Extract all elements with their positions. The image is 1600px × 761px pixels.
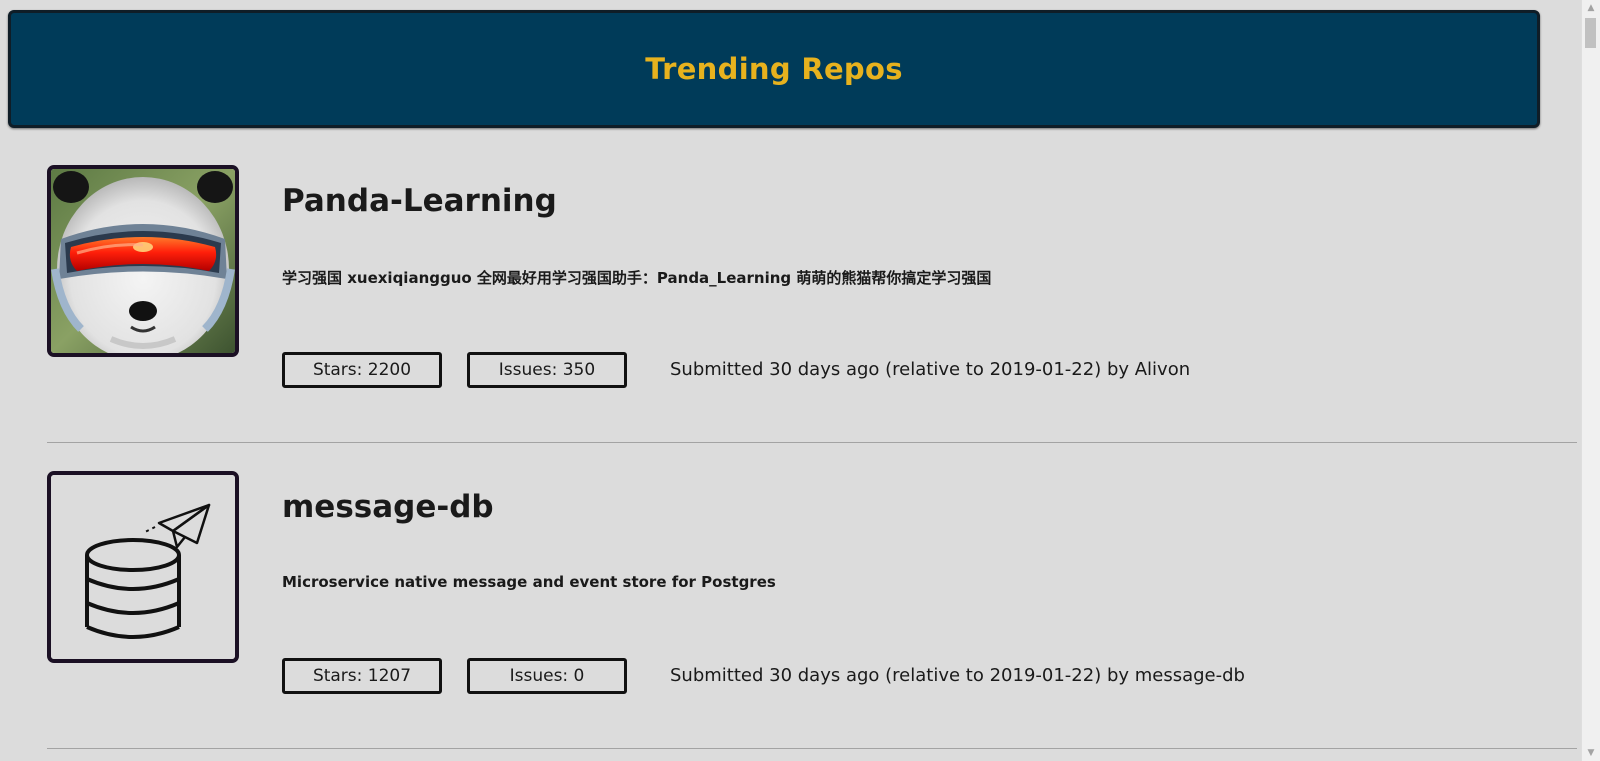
repo-description: Microservice native message and event st… [282,573,776,591]
page-header: Trending Repos [8,10,1540,128]
panda-goggles-avatar-icon [51,169,235,353]
trending-repos-page: Trending Repos Panda-Learning 学习强国 xuexi… [0,0,1582,761]
repo-card: Panda-Learning 学习强国 xuexiqiangguo 全网最好用学… [47,165,1577,425]
issues-badge[interactable]: Issues: 0 [467,658,627,694]
vertical-scrollbar[interactable]: ▲ ▼ [1581,0,1600,761]
stars-badge[interactable]: Stars: 2200 [282,352,442,388]
repo-avatar[interactable] [47,471,239,663]
repo-avatar[interactable] [47,165,239,357]
database-paper-plane-icon [51,475,235,659]
scroll-down-arrow-icon[interactable]: ▼ [1582,745,1600,761]
repo-card: message-db Microservice native message a… [47,471,1577,731]
stars-badge[interactable]: Stars: 1207 [282,658,442,694]
page-title: Trending Repos [645,52,903,86]
issues-badge[interactable]: Issues: 350 [467,352,627,388]
scroll-up-arrow-icon[interactable]: ▲ [1582,0,1600,16]
submitted-info: Submitted 30 days ago (relative to 2019-… [670,665,1245,686]
repo-divider [47,748,1577,749]
repo-name[interactable]: message-db [282,489,494,525]
repo-name[interactable]: Panda-Learning [282,183,557,219]
scroll-thumb[interactable] [1585,18,1596,48]
repo-description: 学习强国 xuexiqiangguo 全网最好用学习强国助手：Panda_Lea… [282,269,992,287]
submitted-info: Submitted 30 days ago (relative to 2019-… [670,359,1191,380]
repo-divider [47,442,1577,443]
